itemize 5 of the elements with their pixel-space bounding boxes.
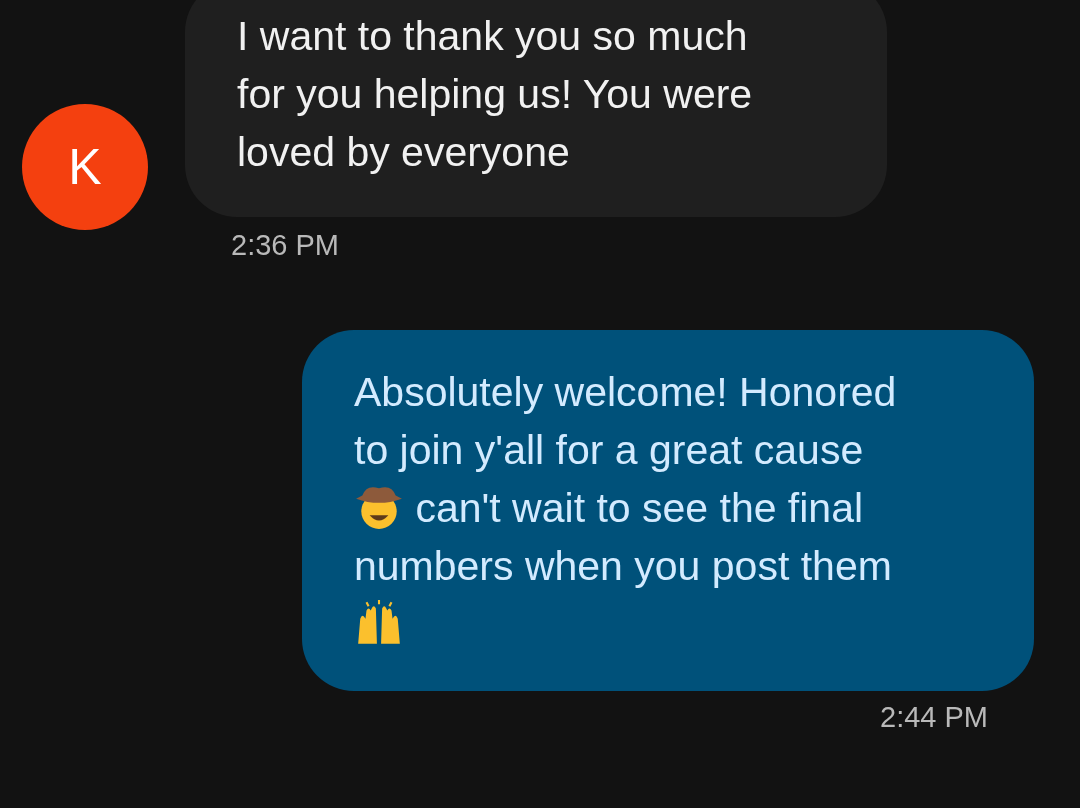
message-text: Absolutely welcome! Honored to join y'all for a great cause can't wait to see the final numbers when you post them xyxy=(354,363,984,653)
timestamp: 2:44 PM xyxy=(880,701,988,734)
timestamp: 2:36 PM xyxy=(231,229,340,262)
message-text: I want to thank you so much for you helping us! You were loved by everyone xyxy=(237,12,754,177)
avatar: K xyxy=(22,104,148,230)
